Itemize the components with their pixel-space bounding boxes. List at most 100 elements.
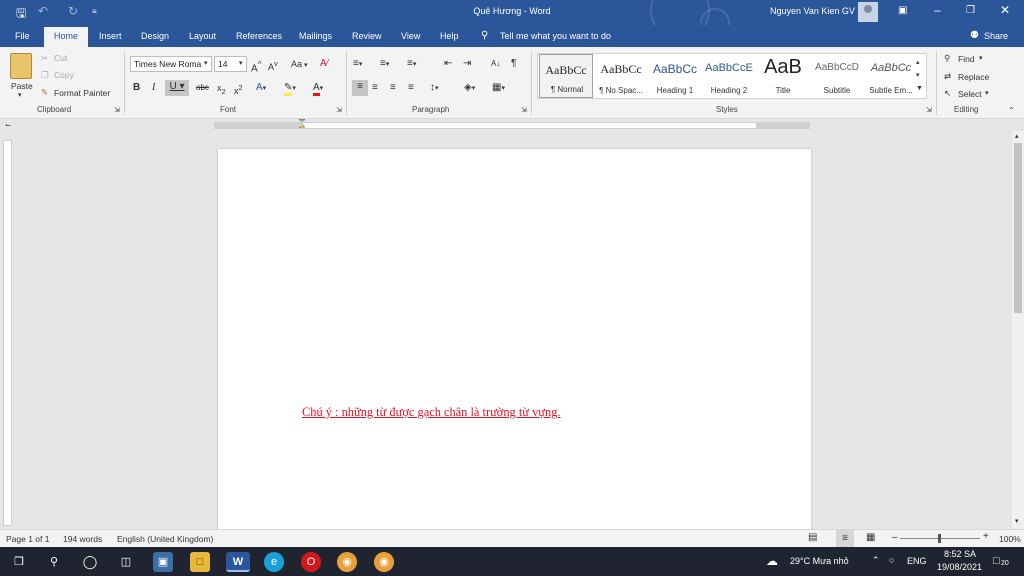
font-name-combo[interactable]: Times New Roma (130, 56, 212, 72)
input-language[interactable]: ENG (907, 556, 927, 566)
minimize-icon[interactable]: – (934, 3, 941, 17)
align-right-icon[interactable]: ≡ (390, 81, 396, 95)
windows-start-icon[interactable]: ❒ (9, 552, 29, 572)
select-button[interactable]: Select (958, 89, 982, 99)
task-view-icon[interactable]: ◫ (116, 552, 136, 572)
word-app-icon[interactable]: W (226, 552, 250, 572)
font-name-dropdown-icon[interactable]: ▾ (204, 59, 208, 67)
search-icon[interactable]: ⚲ (44, 552, 64, 572)
document-note[interactable]: Chú ý : những từ được gạch chân là trườn… (302, 405, 762, 420)
file-explorer-icon[interactable]: □ (190, 552, 210, 572)
shading-icon[interactable]: ◈▾ (464, 81, 475, 96)
cut-button[interactable]: Cut (54, 53, 67, 63)
weather-text[interactable]: 29°C Mưa nhỏ (790, 556, 849, 566)
line-spacing-icon[interactable]: ↕▾ (430, 81, 439, 96)
language-indicator[interactable]: English (United Kingdom) (117, 534, 213, 544)
bullets-icon[interactable]: ≡▾ (353, 57, 362, 72)
find-button[interactable]: Find (958, 54, 975, 64)
show-formatting-icon[interactable]: ¶ (511, 57, 516, 71)
vertical-scrollbar[interactable]: ▴ ▾ (1012, 131, 1024, 529)
font-size-dropdown-icon[interactable]: ▾ (239, 59, 243, 67)
read-mode-icon[interactable]: ▤ (808, 532, 817, 543)
tab-help[interactable]: Help (440, 31, 459, 41)
font-color-icon[interactable]: A▾ (313, 81, 323, 96)
tab-design[interactable]: Design (141, 31, 169, 41)
clipboard-launcher-icon[interactable]: ⇲ (114, 106, 120, 114)
paste-button[interactable]: Paste (11, 81, 33, 91)
paragraph-launcher-icon[interactable]: ⇲ (521, 106, 527, 114)
borders-icon[interactable]: ▦▾ (492, 81, 505, 96)
replace-button[interactable]: Replace (958, 72, 989, 82)
ribbon-display-options-icon[interactable]: ▣ (898, 5, 907, 16)
styles-more-icon[interactable]: ▼ (916, 82, 923, 96)
find-dropdown-icon[interactable]: ▾ (979, 54, 983, 62)
align-center-icon[interactable]: ≡ (372, 81, 378, 95)
web-layout-icon[interactable]: ▦ (866, 532, 875, 543)
shrink-font-icon[interactable]: Av (268, 57, 278, 74)
chrome-icon[interactable]: ◉ (337, 552, 357, 572)
document-page[interactable]: Chú ý : những từ được gạch chân là trườn… (218, 149, 811, 539)
font-launcher-icon[interactable]: ⇲ (336, 106, 342, 114)
increase-indent-icon[interactable]: ⇥ (463, 57, 471, 71)
bold-icon[interactable]: B (133, 81, 140, 95)
styles-scroll-down-icon[interactable]: ▾ (916, 69, 920, 83)
grow-font-icon[interactable]: A^ (251, 57, 262, 76)
underline-icon[interactable]: U ▾ (165, 80, 189, 96)
paste-icon[interactable] (10, 53, 32, 79)
tab-insert[interactable]: Insert (99, 31, 122, 41)
multilevel-list-icon[interactable]: ≡▾ (407, 57, 416, 72)
weather-icon[interactable]: ☁ (766, 554, 778, 568)
style-heading-2[interactable]: AaBbCcE Heading 2 (702, 54, 756, 98)
sort-icon[interactable]: A↓ (491, 57, 500, 71)
print-layout-icon[interactable]: ≡ (836, 530, 854, 548)
justify-icon[interactable]: ≡ (408, 81, 414, 95)
text-effects-icon[interactable]: A▾ (256, 81, 266, 96)
indent-marker-icon[interactable]: ⌛ (297, 119, 307, 128)
zoom-slider-knob[interactable] (938, 534, 941, 543)
style-no-spacing[interactable]: AaBbCc ¶ No Spac... (594, 54, 648, 98)
word-count[interactable]: 194 words (63, 534, 102, 544)
restore-icon[interactable]: ❐ (966, 5, 975, 16)
network-icon[interactable]: ○ (889, 555, 894, 565)
tab-review[interactable]: Review (352, 31, 382, 41)
style-heading-1[interactable]: AaBbCc Heading 1 (648, 54, 702, 98)
scrollbar-thumb[interactable] (1014, 143, 1022, 313)
share-button[interactable]: Share (984, 31, 1008, 41)
numbering-icon[interactable]: ≡▾ (380, 57, 389, 72)
scroll-up-icon[interactable]: ▴ (1015, 132, 1019, 140)
tab-layout[interactable]: Layout (189, 31, 216, 41)
format-painter-button[interactable]: Format Painter (54, 88, 110, 98)
lightbulb-icon[interactable]: ⚲ (481, 30, 488, 41)
tell-me-search[interactable]: Tell me what you want to do (500, 31, 611, 41)
collapse-ribbon-icon[interactable]: ⌃ (1008, 106, 1015, 115)
select-dropdown-icon[interactable]: ▾ (985, 89, 989, 97)
page-count[interactable]: Page 1 of 1 (6, 534, 49, 544)
zoom-in-icon[interactable]: + (983, 531, 989, 542)
copy-button[interactable]: Copy (54, 70, 74, 80)
style-subtitle[interactable]: AaBbCcD Subtitle (810, 54, 864, 98)
decrease-indent-icon[interactable]: ⇤ (444, 57, 452, 71)
user-name[interactable]: Nguyen Van Kien GV (770, 6, 855, 16)
share-icon[interactable]: ⚉ (970, 30, 979, 41)
horizontal-ruler[interactable]: ⌙ ⌛ (0, 119, 1024, 131)
edge-icon[interactable]: e (264, 552, 284, 572)
opera-icon[interactable]: O (301, 552, 321, 572)
style-title[interactable]: AaB Title (756, 54, 810, 98)
strikethrough-icon[interactable]: abc (196, 81, 209, 95)
align-left-icon[interactable]: ≡ (352, 80, 368, 96)
styles-launcher-icon[interactable]: ⇲ (926, 106, 932, 114)
vertical-ruler[interactable] (3, 140, 12, 526)
change-case-button[interactable]: Aa ▾ (291, 57, 307, 73)
chevron-up-icon[interactable]: ⌃ (872, 555, 880, 566)
notification-icon[interactable]: □ (993, 555, 1000, 567)
scroll-down-icon[interactable]: ▾ (1015, 517, 1019, 525)
tab-mailings[interactable]: Mailings (299, 31, 332, 41)
tab-home[interactable]: Home (44, 27, 89, 47)
tab-references[interactable]: References (236, 31, 282, 41)
zoom-level[interactable]: 100% (999, 534, 1021, 544)
close-icon[interactable]: ✕ (1000, 3, 1010, 17)
clock-time[interactable]: 8:52 SA (944, 549, 976, 559)
styles-scroll-up-icon[interactable]: ▴ (916, 56, 920, 70)
tab-selector-icon[interactable]: ⌙ (5, 120, 12, 129)
highlight-icon[interactable]: ✎▾ (284, 81, 296, 96)
